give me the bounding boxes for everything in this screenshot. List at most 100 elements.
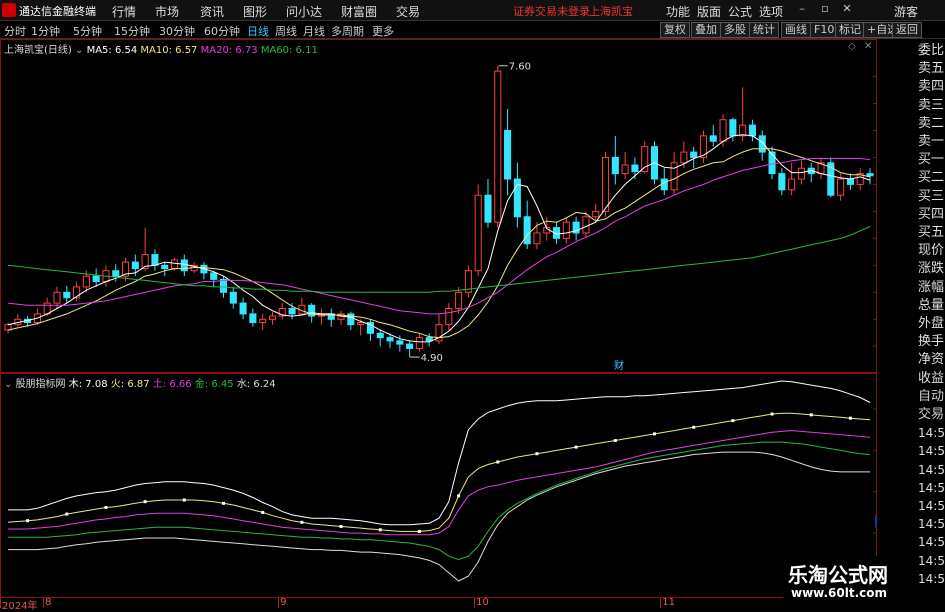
menu-shichang[interactable]: 市场 [155,3,179,20]
indicator-dot [848,416,852,420]
right-nav-item[interactable]: 买五 [918,225,945,241]
right-nav-item[interactable]: 14:56 [918,498,945,514]
right-nav-item[interactable]: 换手 [918,334,945,350]
date-tick [43,598,45,608]
candle-body [53,291,61,304]
right-nav-item[interactable]: 收益 [918,371,945,387]
right-nav-item[interactable]: 买三 [918,189,945,205]
toolbar-duogu[interactable]: 多股 [720,22,750,38]
toolbar-huaxian[interactable]: 画线 [781,22,811,38]
period-more[interactable]: 更多 [372,23,394,39]
period-1min[interactable]: 1分钟 [31,23,60,39]
period-60min[interactable]: 60分钟 [204,23,240,39]
menu-gongshi[interactable]: 公式 [728,3,752,20]
candle-body [386,337,394,342]
right-nav-item[interactable]: 买二 [918,170,945,186]
chevron-down-icon[interactable]: ⌄ [4,379,16,390]
period-daily[interactable]: 日线 [247,23,269,39]
menu-hangqing[interactable]: 行情 [112,3,136,20]
candle-body [131,261,139,270]
panel-close-icon[interactable]: ✕ [864,41,872,52]
right-nav-item[interactable]: 自动 [918,389,945,405]
period-15min[interactable]: 15分钟 [114,23,150,39]
restore-icon[interactable]: ▫ [818,2,832,16]
kline-chart[interactable]: 7.507.257.006.756.506.256.005.755.505.25… [0,39,904,373]
right-nav-item[interactable]: 14:56 [918,553,945,569]
toolbar-diejia[interactable]: 叠加 [691,22,721,38]
right-nav-item[interactable]: 涨跌 [918,261,945,277]
menu-caifuquan[interactable]: 财富圈 [341,3,377,20]
candle-body [170,259,179,270]
period-30min[interactable]: 30分钟 [159,23,195,39]
right-nav-item[interactable]: 外盘 [918,316,945,332]
candle-body [484,194,492,223]
right-nav-item[interactable]: 买一 [918,152,945,168]
indicator-line-2 [8,430,871,536]
ma20-legend: MA20: 6.73 [200,45,258,56]
right-nav-item[interactable]: 14:56 [918,480,945,496]
right-nav-item[interactable]: 现价 [918,243,945,259]
indicator-panel[interactable]: 7.006.506.005.505.005.64 ⌄ 股朋指标网 木: 7.08… [0,373,904,598]
candle-body [778,173,786,191]
candle-body [866,173,874,177]
candle-body [63,291,71,299]
candle-body [729,119,737,137]
right-nav-item[interactable]: 卖四 [918,79,945,95]
close-icon[interactable]: ✕ [840,2,854,16]
tu-legend: 土: 6.66 [152,379,192,390]
candle-body [797,167,805,180]
right-nav-item[interactable]: 14:56 [918,516,945,532]
right-nav-item[interactable]: 买四 [918,207,945,223]
right-nav-item[interactable]: 交易 [918,407,945,423]
indicator-dot [65,512,69,516]
candle-body [680,151,688,164]
menu-banmian[interactable]: 版面 [697,3,721,20]
right-nav-item[interactable]: 净资 [918,352,945,368]
right-nav-item[interactable]: 卖三 [918,98,945,114]
toolbar-biaoji[interactable]: 标记 [835,22,865,38]
candle-body [92,275,100,283]
right-nav-item[interactable]: 14:56 [918,534,945,550]
candle-body [82,275,90,288]
toolbar-fuquan[interactable]: 复权 [660,22,690,38]
date-tick [474,598,476,608]
menu-wenxiaoda[interactable]: 问小达 [286,3,322,20]
candle-body [151,254,159,266]
right-nav-item[interactable]: 卖一 [918,134,945,150]
period-weekly[interactable]: 周线 [275,23,297,39]
panel-chevron-icon[interactable]: ◇ [848,41,856,52]
toolbar-fanhui[interactable]: 返回 [892,22,922,38]
toolbar-tongji[interactable]: 统计 [749,22,779,38]
candle-body [406,343,414,349]
guest-label[interactable]: 游客 [894,3,918,20]
right-nav-item[interactable]: 委比 [918,43,945,59]
menu-jiaoyi[interactable]: 交易 [396,3,420,20]
menu-zixun[interactable]: 资讯 [200,3,224,20]
chevron-down-icon[interactable]: ⌄ [75,45,87,56]
right-nav-item[interactable]: 14:56 [918,425,945,441]
right-nav-item[interactable]: 涨幅 [918,280,945,296]
right-nav-item[interactable]: 14:56 [918,462,945,478]
right-nav-item[interactable]: 14:56 [918,443,945,459]
indicator-chart[interactable]: 7.006.506.005.505.005.64 [0,373,904,598]
period-multi[interactable]: 多周期 [331,23,364,39]
minimize-icon[interactable]: – [795,2,809,16]
indicator-dot [496,460,500,464]
kline-panel[interactable]: 7.507.257.006.756.506.256.005.755.505.25… [0,39,904,373]
right-nav-item[interactable]: 总量 [918,298,945,314]
right-nav-item[interactable]: 14:56 [918,571,945,587]
huo-legend: 火: 6.87 [110,379,150,390]
menu-tuxing[interactable]: 图形 [243,3,267,20]
period-monthly[interactable]: 月线 [303,23,325,39]
right-nav-item[interactable]: 卖五 [918,61,945,77]
right-nav-item[interactable]: 卖二 [918,116,945,132]
period-fenshi[interactable]: 分时 [4,23,26,39]
indicator-line-1 [7,412,871,532]
login-notice[interactable]: 证券交易未登录 [513,3,590,19]
indicator-dot [378,528,382,532]
indicator-dot [574,445,578,449]
date-label: 9 [280,597,287,608]
menu-gongneng[interactable]: 功能 [666,3,690,20]
period-5min[interactable]: 5分钟 [73,23,102,39]
menu-xuanxiang[interactable]: 选项 [759,3,783,20]
